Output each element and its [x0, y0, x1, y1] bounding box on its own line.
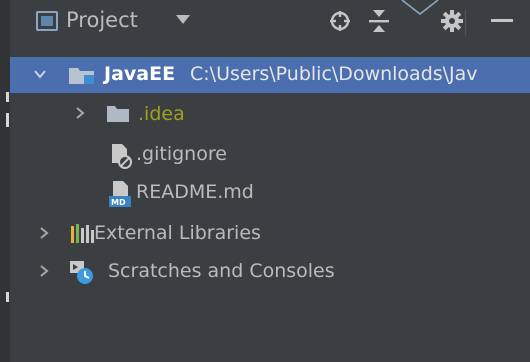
tree-row-root[interactable]: JavaEE C:\Users\Public\Downloads\Jav: [10, 57, 530, 93]
strip-tick: [6, 292, 9, 302]
tree-row-gitignore[interactable]: .gitignore: [10, 137, 530, 173]
chevron-right-icon[interactable]: [36, 225, 52, 241]
tree-row-idea[interactable]: .idea: [10, 95, 530, 131]
minimize-icon[interactable]: [488, 6, 516, 36]
root-project-path: C:\Users\Public\Downloads\Jav: [190, 63, 478, 85]
gear-icon[interactable]: [438, 6, 466, 36]
module-folder-icon: [68, 64, 96, 90]
chevron-right-icon[interactable]: [36, 263, 52, 279]
scratches-label: Scratches and Consoles: [108, 260, 335, 282]
chevron-down-icon[interactable]: [32, 66, 48, 82]
file-gitignore-label: .gitignore: [136, 143, 227, 165]
collapse-all-icon[interactable]: [365, 6, 393, 36]
locate-icon[interactable]: [326, 6, 354, 36]
strip-tick: [6, 92, 9, 102]
chevron-down-icon[interactable]: [176, 15, 190, 24]
tooltip-pointer: [400, 0, 440, 16]
tree-row-external-libraries[interactable]: External Libraries: [10, 215, 530, 251]
tree-row-readme[interactable]: MD README.md: [10, 175, 530, 211]
project-panel-header: Project: [10, 0, 530, 46]
library-icon: [70, 223, 96, 249]
project-view-icon: [36, 11, 58, 31]
folder-idea-label: .idea: [138, 103, 185, 125]
folder-icon: [106, 104, 130, 128]
root-project-name: JavaEE: [104, 63, 176, 85]
scratches-icon: [68, 259, 96, 289]
file-readme-label: README.md: [136, 181, 254, 203]
svg-text:MD: MD: [111, 198, 126, 207]
chevron-right-icon[interactable]: [72, 105, 88, 121]
tree-row-scratches[interactable]: Scratches and Consoles: [10, 253, 530, 289]
strip-tick: [6, 113, 9, 127]
ignored-file-icon: [110, 143, 132, 173]
markdown-file-icon: MD: [108, 180, 134, 212]
external-libraries-label: External Libraries: [94, 222, 261, 244]
left-tool-strip: [0, 0, 10, 362]
panel-title[interactable]: Project: [66, 8, 138, 32]
